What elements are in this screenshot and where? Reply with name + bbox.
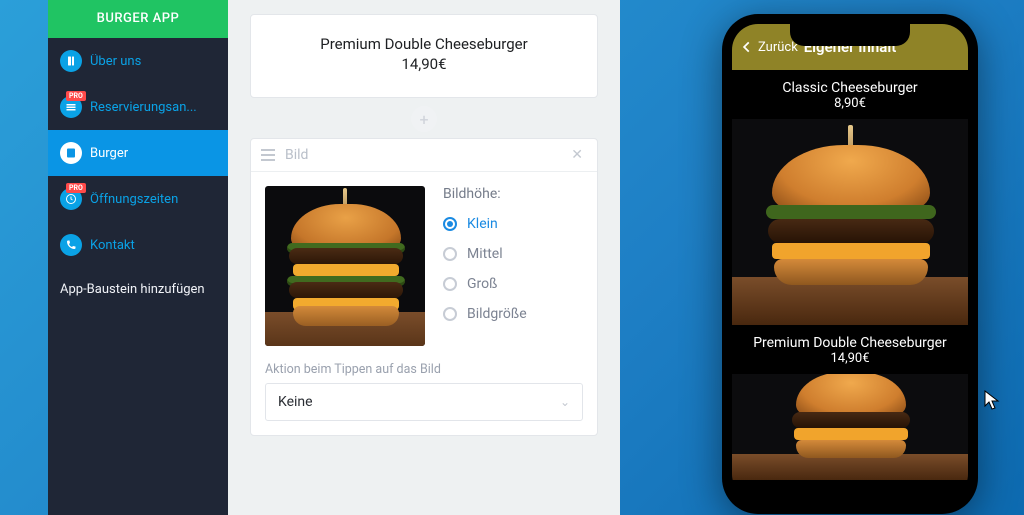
image-height-options: Bildhöhe: Klein Mittel Groß	[443, 186, 583, 346]
sidebar-item-label: Burger	[90, 146, 128, 161]
sidebar-item-hours[interactable]: PRO Öffnungszeiten	[48, 176, 228, 222]
image-height-option-small[interactable]: Klein	[443, 216, 583, 232]
sidebar-item-label: Öffnungszeiten	[90, 192, 178, 207]
app-brand: BURGER APP	[48, 0, 228, 38]
close-icon[interactable]: ✕	[567, 147, 587, 163]
menu-item[interactable]: Classic Cheeseburger 8,90€	[732, 70, 968, 325]
add-block-button[interactable]: +	[411, 106, 437, 132]
page-icon	[60, 142, 82, 164]
radio-icon	[443, 307, 457, 321]
option-label: Bildgröße	[467, 306, 527, 322]
phone-notch	[790, 24, 910, 46]
menu-item-title: Classic Cheeseburger	[732, 70, 968, 96]
sidebar-item-reservations[interactable]: PRO Reservierungsan...	[48, 84, 228, 130]
menu-item-image	[732, 119, 968, 325]
back-button[interactable]: Zurück	[740, 40, 798, 55]
option-label: Mittel	[467, 246, 503, 262]
sidebar: BURGER APP Über uns PRO Reservierungsan.…	[48, 0, 228, 515]
option-label: Groß	[467, 276, 497, 292]
editor-panel: Premium Double Cheeseburger 14,90€ + Bil…	[228, 0, 620, 515]
option-label: Klein	[467, 216, 498, 232]
radio-icon	[443, 217, 457, 231]
phone-preview: Zurück Eigener Inhalt Classic Cheeseburg…	[722, 14, 978, 514]
menu-item-title: Premium Double Cheeseburger	[732, 325, 968, 351]
sidebar-item-contact[interactable]: Kontakt	[48, 222, 228, 268]
image-height-label: Bildhöhe:	[443, 186, 583, 202]
sidebar-item-label: Reservierungsan...	[90, 100, 197, 115]
image-height-option-large[interactable]: Groß	[443, 276, 583, 292]
image-height-option-original[interactable]: Bildgröße	[443, 306, 583, 322]
sidebar-item-about[interactable]: Über uns	[48, 38, 228, 84]
text-block-price: 14,90€	[261, 55, 587, 73]
info-icon	[60, 50, 82, 72]
image-block-header[interactable]: Bild ✕	[251, 139, 597, 172]
pro-badge: PRO	[66, 91, 86, 101]
text-block[interactable]: Premium Double Cheeseburger 14,90€	[250, 14, 598, 98]
image-thumbnail[interactable]	[265, 186, 425, 346]
tap-action-label: Aktion beim Tippen auf das Bild	[251, 352, 597, 383]
dropdown-value: Keine	[278, 394, 313, 410]
chevron-left-icon	[740, 40, 754, 54]
tap-action-dropdown[interactable]: Keine ⌄	[265, 383, 583, 421]
cursor-icon	[984, 390, 1000, 410]
back-label: Zurück	[758, 40, 798, 55]
chevron-down-icon: ⌄	[560, 395, 570, 409]
add-module-button[interactable]: App-Baustein hinzufügen	[48, 268, 228, 311]
sidebar-item-label: Über uns	[90, 54, 141, 69]
menu-item-price: 14,90€	[732, 351, 968, 374]
image-block-header-label: Bild	[285, 147, 308, 163]
menu-item[interactable]: Premium Double Cheeseburger 14,90€	[732, 325, 968, 480]
pro-badge: PRO	[66, 183, 86, 193]
phone-icon	[60, 234, 82, 256]
text-block-title: Premium Double Cheeseburger	[261, 35, 587, 53]
sidebar-item-burger[interactable]: Burger	[48, 130, 228, 176]
sidebar-item-label: Kontakt	[90, 238, 135, 253]
radio-icon	[443, 247, 457, 261]
phone-content[interactable]: Classic Cheeseburger 8,90€ Premium Doubl…	[732, 70, 968, 500]
menu-item-price: 8,90€	[732, 96, 968, 119]
burger-illustration	[265, 186, 425, 346]
drag-handle-icon[interactable]	[261, 149, 275, 161]
radio-icon	[443, 277, 457, 291]
phone-screen: Zurück Eigener Inhalt Classic Cheeseburg…	[732, 24, 968, 500]
menu-item-image	[732, 374, 968, 480]
image-height-option-medium[interactable]: Mittel	[443, 246, 583, 262]
image-block: Bild ✕	[250, 138, 598, 436]
